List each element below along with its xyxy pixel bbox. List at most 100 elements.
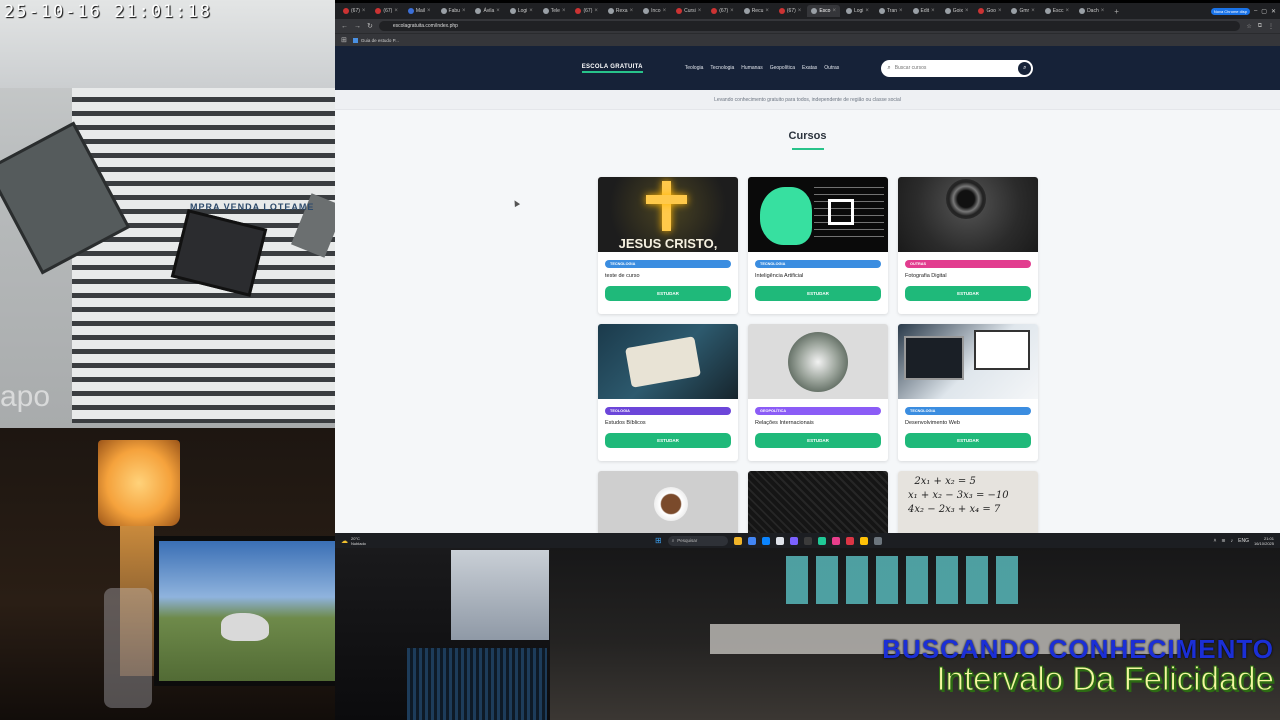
store-icon[interactable]	[775, 536, 784, 545]
windows-start-icon[interactable]: ⊞	[655, 536, 662, 545]
close-tab-icon[interactable]: ×	[730, 8, 734, 14]
nav-link-exatas[interactable]: Exatas	[802, 65, 817, 71]
browser-tab[interactable]: (67) ×	[775, 5, 805, 17]
close-tab-icon[interactable]: ×	[427, 8, 431, 14]
close-tab-icon[interactable]: ×	[998, 8, 1002, 14]
language-indicator[interactable]: ENG	[1238, 538, 1249, 544]
profile-button[interactable]: Nova Chrome disp	[1210, 7, 1250, 15]
app-icon[interactable]	[817, 536, 826, 545]
close-tab-icon[interactable]: ×	[899, 8, 903, 14]
close-tab-icon[interactable]: ×	[529, 8, 533, 14]
course-card[interactable]: 2x₁ + x₂ = 5 x₁ + x₂ − 3x₃ = −10 4x₂ − 2…	[898, 471, 1038, 533]
volume-icon[interactable]: ♪	[1231, 538, 1234, 544]
app-icon[interactable]	[859, 536, 868, 545]
browser-tab[interactable]: Recu ×	[740, 5, 773, 17]
nav-link-outras[interactable]: Outras	[824, 65, 839, 71]
new-tab-button[interactable]: +	[1110, 7, 1123, 16]
browser-tab[interactable]: Tele ×	[539, 5, 570, 17]
browser-tab[interactable]: Gmr ×	[1007, 5, 1038, 17]
close-tab-icon[interactable]: ×	[496, 8, 500, 14]
close-tab-icon[interactable]: ×	[1066, 8, 1070, 14]
search-input[interactable]	[894, 65, 1015, 71]
weather-widget[interactable]: ☁ 20°C Nublado	[335, 536, 655, 546]
course-card[interactable]	[748, 471, 888, 533]
browser-tab[interactable]: Dach ×	[1075, 5, 1108, 17]
browser-tab[interactable]: Logi ×	[842, 5, 873, 17]
browser-tab[interactable]: (67) ×	[339, 5, 369, 17]
back-icon[interactable]: ←	[341, 23, 348, 30]
app-icon[interactable]	[803, 536, 812, 545]
forward-icon[interactable]: →	[354, 23, 361, 30]
close-tab-icon[interactable]: ×	[698, 8, 702, 14]
close-tab-icon[interactable]: ×	[765, 8, 769, 14]
study-button[interactable]: ESTUDAR	[755, 433, 881, 448]
browser-tab[interactable]: (67) ×	[371, 5, 401, 17]
study-button[interactable]: ESTUDAR	[605, 286, 731, 301]
extensions-icon[interactable]: ⧉	[1258, 23, 1262, 30]
url-input[interactable]: escolagratuita.com/index.php	[378, 21, 1241, 31]
browser-tab[interactable]: Esco ×	[807, 5, 840, 17]
settings-icon[interactable]	[873, 536, 882, 545]
course-card[interactable]: TEOLOGIA Estudos Bíblicos ESTUDAR	[598, 324, 738, 461]
browser-tab[interactable]: Ávila ×	[471, 5, 503, 17]
browser-tab[interactable]: Edit ×	[909, 5, 939, 17]
close-tab-icon[interactable]: ×	[562, 8, 566, 14]
close-tab-icon[interactable]: ×	[832, 8, 836, 14]
browser-tab[interactable]: Cursi ×	[672, 5, 705, 17]
clock[interactable]: 21:01 16/10/2025	[1254, 536, 1274, 546]
taskbar-search[interactable]: ⌕ Pesquisar	[667, 535, 728, 546]
nav-link-teologia[interactable]: Teologia	[685, 65, 704, 71]
course-card[interactable]: JESUS CRISTO, TECNOLOGIA teste de curso …	[598, 177, 738, 314]
close-tab-icon[interactable]: ×	[630, 8, 634, 14]
browser-tab[interactable]: Tran ×	[875, 5, 907, 17]
browser-tab[interactable]: Rexa ×	[604, 5, 637, 17]
wifi-icon[interactable]: ≋	[1221, 538, 1225, 544]
chrome-icon[interactable]	[747, 536, 756, 545]
browser-tab[interactable]: Mail ×	[404, 5, 435, 17]
browser-tab[interactable]: (67) ×	[707, 5, 737, 17]
study-button[interactable]: ESTUDAR	[755, 286, 881, 301]
minimize-icon[interactable]: –	[1254, 8, 1257, 14]
course-card[interactable]: TECNOLOGIA Desenvolvimento Web ESTUDAR	[898, 324, 1038, 461]
site-logo[interactable]: ESCOLA GRATUITA	[581, 64, 643, 73]
close-tab-icon[interactable]: ×	[462, 8, 466, 14]
browser-tab[interactable]: Inco ×	[639, 5, 670, 17]
study-button[interactable]: ESTUDAR	[605, 433, 731, 448]
edge-icon[interactable]	[761, 536, 770, 545]
course-card[interactable]: OUTRAS Fotografia Digital ESTUDAR	[898, 177, 1038, 314]
nav-link-tecnologia[interactable]: Tecnologia	[710, 65, 734, 71]
close-icon[interactable]: ✕	[1271, 8, 1276, 15]
nav-link-geopolitica[interactable]: Geopolítica	[770, 65, 795, 71]
close-tab-icon[interactable]: ×	[965, 8, 969, 14]
close-tab-icon[interactable]: ×	[1031, 8, 1035, 14]
file-explorer-icon[interactable]	[733, 536, 742, 545]
course-card[interactable]	[598, 471, 738, 533]
browser-tab[interactable]: Goo ×	[974, 5, 1005, 17]
browser-tab[interactable]: Fabu ×	[437, 5, 470, 17]
app-icon[interactable]	[789, 536, 798, 545]
close-tab-icon[interactable]: ×	[865, 8, 869, 14]
apps-grid-icon[interactable]: ⊞	[341, 36, 347, 44]
close-tab-icon[interactable]: ×	[798, 8, 802, 14]
browser-tab[interactable]: Goix ×	[941, 5, 973, 17]
browser-tab[interactable]: (67) ×	[571, 5, 601, 17]
study-button[interactable]: ESTUDAR	[905, 286, 1031, 301]
close-tab-icon[interactable]: ×	[362, 8, 366, 14]
menu-icon[interactable]: ⋮	[1268, 23, 1274, 30]
nav-link-humanas[interactable]: Humanas	[741, 65, 762, 71]
close-tab-icon[interactable]: ×	[663, 8, 667, 14]
app-icon[interactable]	[845, 536, 854, 545]
bookmark-star-icon[interactable]: ☆	[1246, 23, 1251, 30]
search-submit-button[interactable]: ⌕	[1018, 61, 1032, 75]
close-tab-icon[interactable]: ×	[394, 8, 398, 14]
close-tab-icon[interactable]: ×	[931, 8, 935, 14]
course-card[interactable]: GEOPOLÍTICA Relações Internacionais ESTU…	[748, 324, 888, 461]
course-card[interactable]: TECNOLOGIA Inteligência Artificial ESTUD…	[748, 177, 888, 314]
browser-tab[interactable]: Logi ×	[506, 5, 537, 17]
close-tab-icon[interactable]: ×	[594, 8, 598, 14]
maximize-icon[interactable]: ▢	[1261, 8, 1267, 15]
study-button[interactable]: ESTUDAR	[905, 433, 1031, 448]
app-icon[interactable]	[831, 536, 840, 545]
chevron-up-icon[interactable]: ˄	[1214, 538, 1217, 544]
bookmark-item[interactable]: Guia de estudo P...	[352, 37, 399, 43]
